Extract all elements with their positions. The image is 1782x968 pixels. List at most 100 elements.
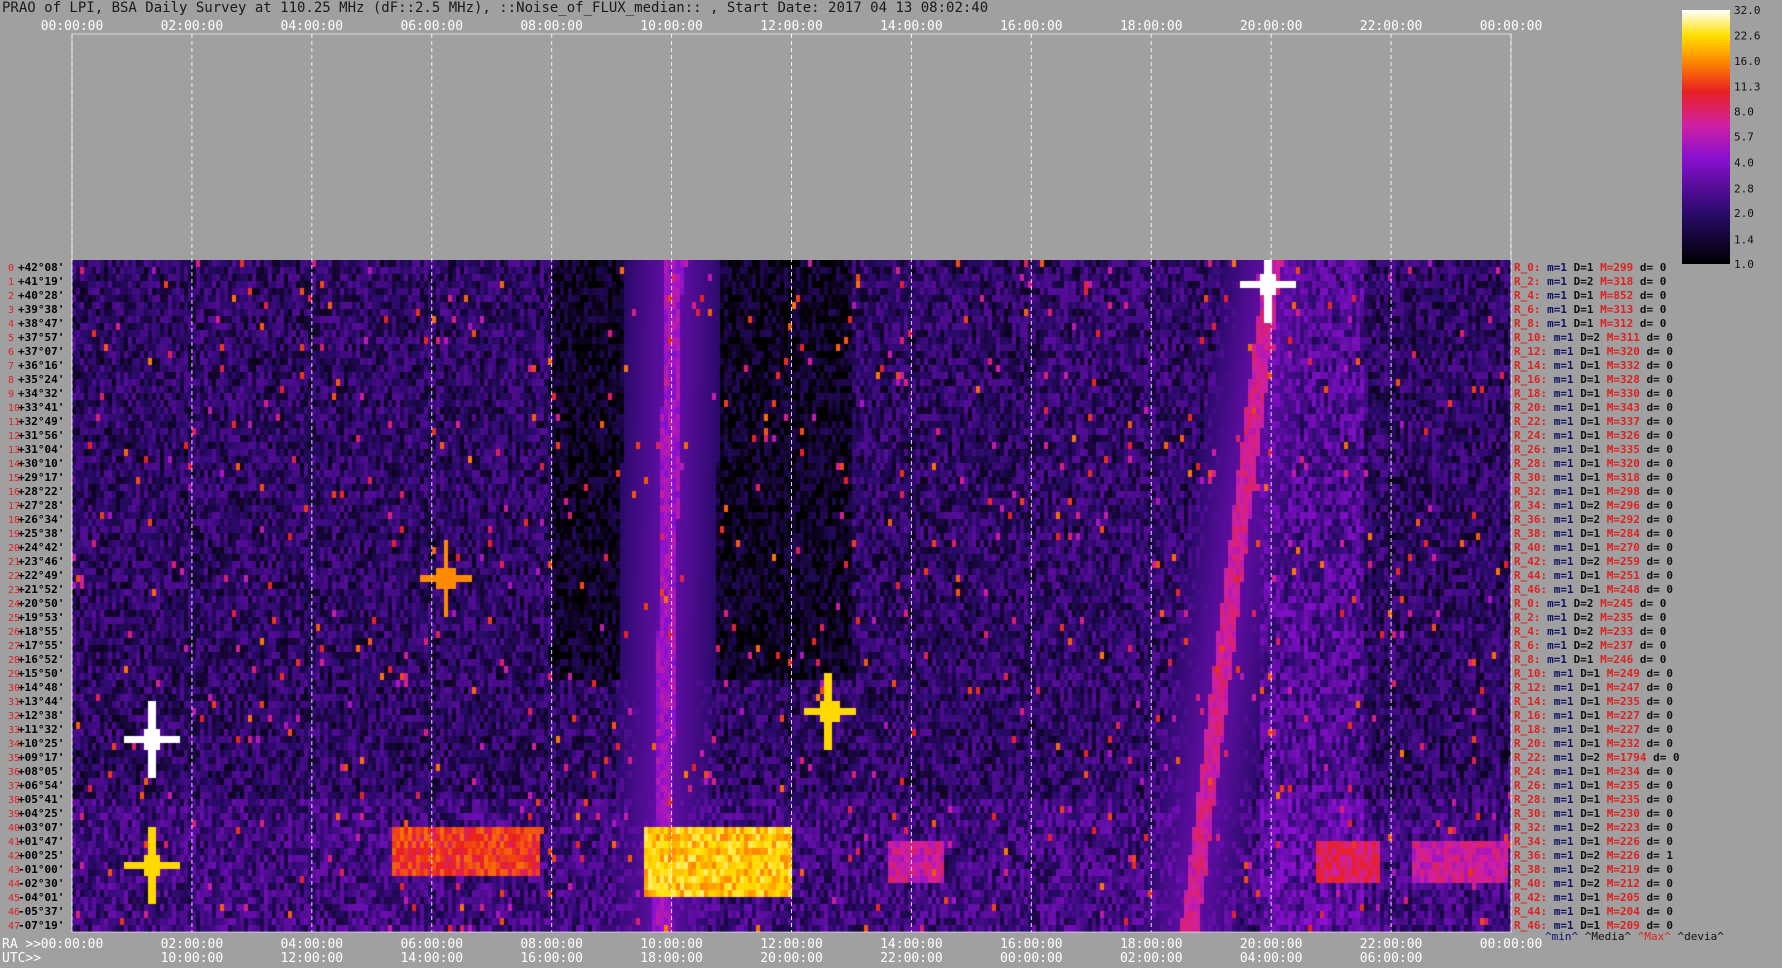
beam-stat-field: m=1 <box>1541 597 1568 610</box>
beam-stat-row: R_16: m=1 D=1 M=328 d= 0 <box>1514 373 1673 386</box>
utc-tick: 10:00:00 <box>161 951 224 966</box>
declination-label: +14°48' <box>18 681 64 694</box>
beam-stat-field: m=1 <box>1547 401 1574 414</box>
row-number: 9 <box>8 389 14 400</box>
beam-stat-field: m=1 <box>1547 751 1574 764</box>
colorbar-tick: 8.0 <box>1734 106 1754 119</box>
beam-stat-field: m=1 <box>1547 891 1574 904</box>
ra-tick: 14:00:00 <box>880 937 943 952</box>
beam-stat-field: D=2 <box>1574 877 1601 890</box>
beam-stat-field: M=299 <box>1594 261 1634 274</box>
beam-stat-field: R_12: <box>1514 681 1547 694</box>
beam-stat-field: D=1 <box>1574 709 1601 722</box>
declination-label: +40°28' <box>18 289 64 302</box>
beam-stat-row: R_28: m=1 D=1 M=320 d= 0 <box>1514 457 1673 470</box>
beam-stat-row: R_14: m=1 D=1 M=235 d= 0 <box>1514 695 1673 708</box>
ra-tick: 08:00:00 <box>520 937 583 952</box>
beam-stat-field: d= 0 <box>1633 317 1666 330</box>
stats-legend-item: ^Media^ <box>1578 930 1631 943</box>
beam-stat-row: R_30: m=1 D=1 M=230 d= 0 <box>1514 807 1673 820</box>
beam-stat-field: R_18: <box>1514 387 1547 400</box>
beam-stat-field: m=1 <box>1541 261 1568 274</box>
beam-stat-field: d= 0 <box>1640 765 1673 778</box>
beam-stat-field: R_6: <box>1514 639 1541 652</box>
beam-stat-field: D=1 <box>1567 653 1594 666</box>
beam-stat-field: m=1 <box>1547 765 1574 778</box>
beam-stat-field: m=1 <box>1541 611 1568 624</box>
beam-stat-field: R_38: <box>1514 863 1547 876</box>
beam-stat-field: D=1 <box>1574 443 1601 456</box>
beam-stat-field: m=1 <box>1547 429 1574 442</box>
beam-stat-field: M=235 <box>1600 695 1640 708</box>
beam-stat-field: R_8: <box>1514 653 1541 666</box>
beam-stat-field: d= 0 <box>1640 723 1673 736</box>
beam-stat-field: R_34: <box>1514 499 1547 512</box>
beam-stat-field: d= 0 <box>1640 863 1673 876</box>
beam-stat-row: R_30: m=1 D=1 M=318 d= 0 <box>1514 471 1673 484</box>
beam-stat-field: M=318 <box>1600 471 1640 484</box>
beam-stat-field: d= 0 <box>1633 653 1666 666</box>
beam-stat-field: m=1 <box>1541 289 1568 302</box>
ra-tick: 04:00:00 <box>281 937 344 952</box>
beam-stat-field: R_24: <box>1514 765 1547 778</box>
declination-label: +30°10' <box>18 457 64 470</box>
beam-stat-row: R_38: m=1 D=2 M=219 d= 0 <box>1514 863 1673 876</box>
beam-stat-field: m=1 <box>1547 541 1574 554</box>
declination-label: -05°37' <box>18 905 64 918</box>
beam-stat-row: R_36: m=1 D=2 M=292 d= 0 <box>1514 513 1673 526</box>
beam-stat-field: D=1 <box>1574 401 1601 414</box>
beam-stat-field: m=1 <box>1547 737 1574 750</box>
utc-tick: 06:00:00 <box>1360 951 1423 966</box>
declination-label: +06°54' <box>18 779 64 792</box>
beam-stat-field: d= 0 <box>1640 359 1673 372</box>
beam-stat-field: M=335 <box>1600 443 1640 456</box>
row-number: 4 <box>8 319 14 330</box>
beam-stat-field: m=1 <box>1547 527 1574 540</box>
utc-tick: 18:00:00 <box>640 951 703 966</box>
beam-stat-field: D=1 <box>1574 457 1601 470</box>
beam-stat-field: M=234 <box>1600 765 1640 778</box>
beam-stat-row: R_8: m=1 D=1 M=312 d= 0 <box>1514 317 1666 330</box>
declination-label: +18°55' <box>18 625 64 638</box>
row-number: 3 <box>8 305 14 316</box>
beam-stat-row: R_18: m=1 D=1 M=330 d= 0 <box>1514 387 1673 400</box>
beam-stat-row: R_6: m=1 D=2 M=237 d= 0 <box>1514 639 1666 652</box>
utc-prefix: UTC>> <box>2 951 41 966</box>
beam-stat-field: M=235 <box>1600 779 1640 792</box>
beam-stat-field: d= 0 <box>1640 499 1673 512</box>
declination-label: +34°32' <box>18 387 64 400</box>
beam-stat-row: R_2: m=1 D=2 M=235 d= 0 <box>1514 611 1666 624</box>
utc-tick: 02:00:00 <box>1120 951 1183 966</box>
beam-stat-field: R_16: <box>1514 373 1547 386</box>
ra-tick: 06:00:00 <box>400 937 463 952</box>
beam-stat-field: m=1 <box>1547 471 1574 484</box>
beam-stat-field: R_24: <box>1514 429 1547 442</box>
beam-stat-field: R_10: <box>1514 667 1547 680</box>
beam-stat-field: M=227 <box>1600 709 1640 722</box>
beam-stat-field: R_6: <box>1514 303 1541 316</box>
beam-stat-field: d= 0 <box>1640 807 1673 820</box>
beam-stat-field: D=1 <box>1574 891 1601 904</box>
beam-stat-field: M=230 <box>1600 807 1640 820</box>
beam-stat-field: d= 0 <box>1640 415 1673 428</box>
beam-stat-field: D=2 <box>1567 611 1594 624</box>
beam-stat-field: m=1 <box>1547 779 1574 792</box>
declination-label: +37°07' <box>18 345 64 358</box>
beam-stat-field: M=313 <box>1594 303 1634 316</box>
beam-stat-field: D=2 <box>1567 639 1594 652</box>
beam-stat-field: R_14: <box>1514 695 1547 708</box>
beam-stat-field: d= 0 <box>1640 737 1673 750</box>
beam-stat-field: D=1 <box>1574 429 1601 442</box>
beam-stat-field: d= 0 <box>1640 569 1673 582</box>
top-time-tick: 10:00:00 <box>640 19 703 34</box>
beam-stat-row: R_12: m=1 D=1 M=320 d= 0 <box>1514 345 1673 358</box>
declination-label: +28°22' <box>18 485 64 498</box>
beam-stat-field: m=1 <box>1547 443 1574 456</box>
top-time-tick: 08:00:00 <box>520 19 583 34</box>
beam-stat-field: M=227 <box>1600 723 1640 736</box>
ra-tick: 00:00:00 <box>41 937 104 952</box>
beam-stat-row: R_26: m=1 D=1 M=235 d= 0 <box>1514 779 1673 792</box>
beam-stat-field: D=1 <box>1574 527 1601 540</box>
colorbar-tick: 2.0 <box>1734 207 1754 220</box>
declination-label: +01°47' <box>18 835 64 848</box>
